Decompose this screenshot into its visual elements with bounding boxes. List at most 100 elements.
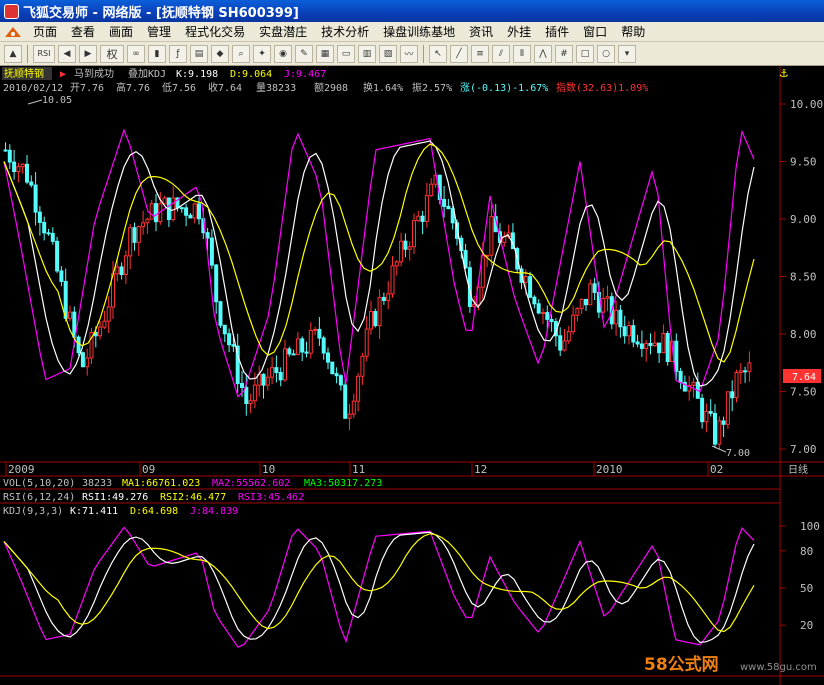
candle-body bbox=[652, 342, 657, 347]
candle-body bbox=[691, 381, 696, 386]
candle-body bbox=[3, 149, 8, 152]
home-icon[interactable]: ▲ bbox=[4, 44, 22, 63]
candle-body bbox=[730, 391, 735, 399]
kdj-name: KDJ(9,3,3) bbox=[3, 506, 63, 517]
candle-body bbox=[136, 226, 141, 243]
chevron-down-icon[interactable]: ▾ bbox=[618, 44, 636, 63]
candle-body bbox=[55, 240, 60, 272]
toolbar-divider bbox=[27, 44, 28, 63]
title-bar: 飞狐交易师 - 网络版 - [抚顺特钢 SH600399] bbox=[0, 0, 824, 22]
line-chart-icon[interactable]: 〰 bbox=[400, 44, 418, 63]
line-tool-icon[interactable]: ╱ bbox=[450, 44, 468, 63]
menu-item-manage[interactable]: 管理 bbox=[140, 23, 178, 40]
search-icon[interactable]: ⌕ bbox=[232, 44, 250, 63]
kline-chart-area[interactable]: 抚顺特钢 ▶ 马到成功 叠加KDJ K:9.198 D:9.064 J:9.46… bbox=[0, 66, 824, 685]
candle-body bbox=[205, 232, 210, 239]
rsi2-value: RSI2:46.477 bbox=[160, 492, 226, 503]
candle-body bbox=[317, 328, 322, 339]
period-label[interactable]: 日线 bbox=[788, 463, 808, 476]
window-icon[interactable]: ▭ bbox=[337, 44, 355, 63]
menu-item-addons[interactable]: 插件 bbox=[538, 23, 576, 40]
glasses-icon[interactable]: ∞ bbox=[127, 44, 145, 63]
parallel-tool-icon[interactable]: ⫽ bbox=[492, 44, 510, 63]
quan-button[interactable]: 权 bbox=[100, 44, 124, 63]
candle-body bbox=[25, 163, 29, 183]
candle-body bbox=[566, 331, 571, 342]
menu-item-screen[interactable]: 画面 bbox=[102, 23, 140, 40]
split-icon[interactable]: ▧ bbox=[379, 44, 397, 63]
menu-item-training[interactable]: 操盘训练基地 bbox=[376, 23, 462, 40]
low-mark-label: 7.00 bbox=[726, 448, 750, 459]
info-turnover: 换1.64% bbox=[363, 81, 403, 94]
anchor-icon: ⚓ bbox=[779, 67, 789, 80]
info-change: 涨(-0.13)-1.67% bbox=[460, 82, 548, 94]
info-amplitude: 振2.57% bbox=[412, 81, 452, 94]
candle-body bbox=[721, 420, 726, 425]
candle-body bbox=[644, 342, 649, 349]
candle-body bbox=[231, 344, 236, 347]
candle-body bbox=[162, 197, 167, 205]
candle-body bbox=[412, 220, 416, 248]
candle-body bbox=[364, 328, 369, 357]
candle-body bbox=[16, 166, 21, 173]
candle-body bbox=[240, 383, 244, 389]
pencil-icon[interactable]: ✎ bbox=[295, 44, 313, 63]
eye-icon[interactable]: ◉ bbox=[274, 44, 292, 63]
back-icon[interactable]: ◀ bbox=[58, 44, 76, 63]
grid-icon[interactable]: ▦ bbox=[316, 44, 334, 63]
star-icon[interactable]: ✦ bbox=[253, 44, 271, 63]
menu-item-plugin[interactable]: 外挂 bbox=[500, 23, 538, 40]
candle-body bbox=[37, 211, 42, 223]
menu-item-info[interactable]: 资讯 bbox=[462, 23, 500, 40]
stock-name[interactable]: 抚顺特钢 bbox=[4, 67, 44, 80]
candle-body bbox=[80, 352, 85, 368]
candle-body bbox=[188, 214, 193, 219]
candle-body bbox=[119, 266, 124, 276]
bars-tool-icon[interactable]: ⦀ bbox=[513, 44, 531, 63]
menu-item-view[interactable]: 查看 bbox=[64, 23, 102, 40]
candle-body bbox=[627, 325, 631, 337]
cursor-icon[interactable]: ↖ bbox=[429, 44, 447, 63]
menu-item-tech-analysis[interactable]: 技术分析 bbox=[314, 23, 376, 40]
candle-body bbox=[115, 266, 120, 275]
candle-body bbox=[321, 337, 326, 354]
candle-body bbox=[429, 183, 434, 197]
overlay-label: 叠加KDJ bbox=[128, 68, 166, 80]
candle-body bbox=[601, 297, 606, 313]
channel-tool-icon[interactable]: ≡ bbox=[471, 44, 489, 63]
watermark-url: www.58gu.com bbox=[740, 662, 817, 673]
play-icon[interactable]: ▶ bbox=[60, 69, 66, 80]
book-icon[interactable]: ▤ bbox=[190, 44, 208, 63]
menu-item-program-trading[interactable]: 程式化交易 bbox=[178, 23, 252, 40]
candle-body bbox=[442, 198, 447, 207]
candle-body bbox=[562, 340, 567, 351]
menu-item-window[interactable]: 窗口 bbox=[576, 23, 614, 40]
layout-icon[interactable]: ▥ bbox=[358, 44, 376, 63]
fan-tool-icon[interactable]: ⋀ bbox=[534, 44, 552, 63]
candle-body bbox=[678, 370, 683, 383]
candle-body bbox=[227, 333, 232, 346]
indicator-icon[interactable]: ƒ bbox=[169, 44, 187, 63]
candle-body bbox=[278, 372, 283, 381]
rsi-name: RSI(6,12,24) bbox=[3, 492, 75, 503]
candle-icon[interactable]: ▮ bbox=[148, 44, 166, 63]
fox-logo-icon[interactable] bbox=[0, 23, 26, 41]
candle-body bbox=[532, 296, 537, 305]
menu-item-help[interactable]: 帮助 bbox=[614, 23, 652, 40]
candle-body bbox=[747, 362, 752, 373]
grid-tool-icon[interactable]: # bbox=[555, 44, 573, 63]
candle-body bbox=[592, 283, 597, 293]
rsi-button[interactable]: RSI bbox=[33, 44, 55, 63]
main-d-value: D:9.064 bbox=[230, 69, 272, 80]
candle-body bbox=[76, 336, 81, 354]
rectangle-tool-icon[interactable]: □ bbox=[576, 44, 594, 63]
forward-icon[interactable]: ▶ bbox=[79, 44, 97, 63]
info-index: 指数(32.63)1.09% bbox=[556, 81, 648, 94]
cube-icon[interactable]: ◆ bbox=[211, 44, 229, 63]
circle-tool-icon[interactable]: ○ bbox=[597, 44, 615, 63]
menu-item-live[interactable]: 实盘潜庄 bbox=[252, 23, 314, 40]
menu-item-page[interactable]: 页面 bbox=[26, 23, 64, 40]
app-icon bbox=[4, 3, 19, 19]
candle-body bbox=[420, 215, 425, 222]
candle-body bbox=[274, 367, 279, 374]
